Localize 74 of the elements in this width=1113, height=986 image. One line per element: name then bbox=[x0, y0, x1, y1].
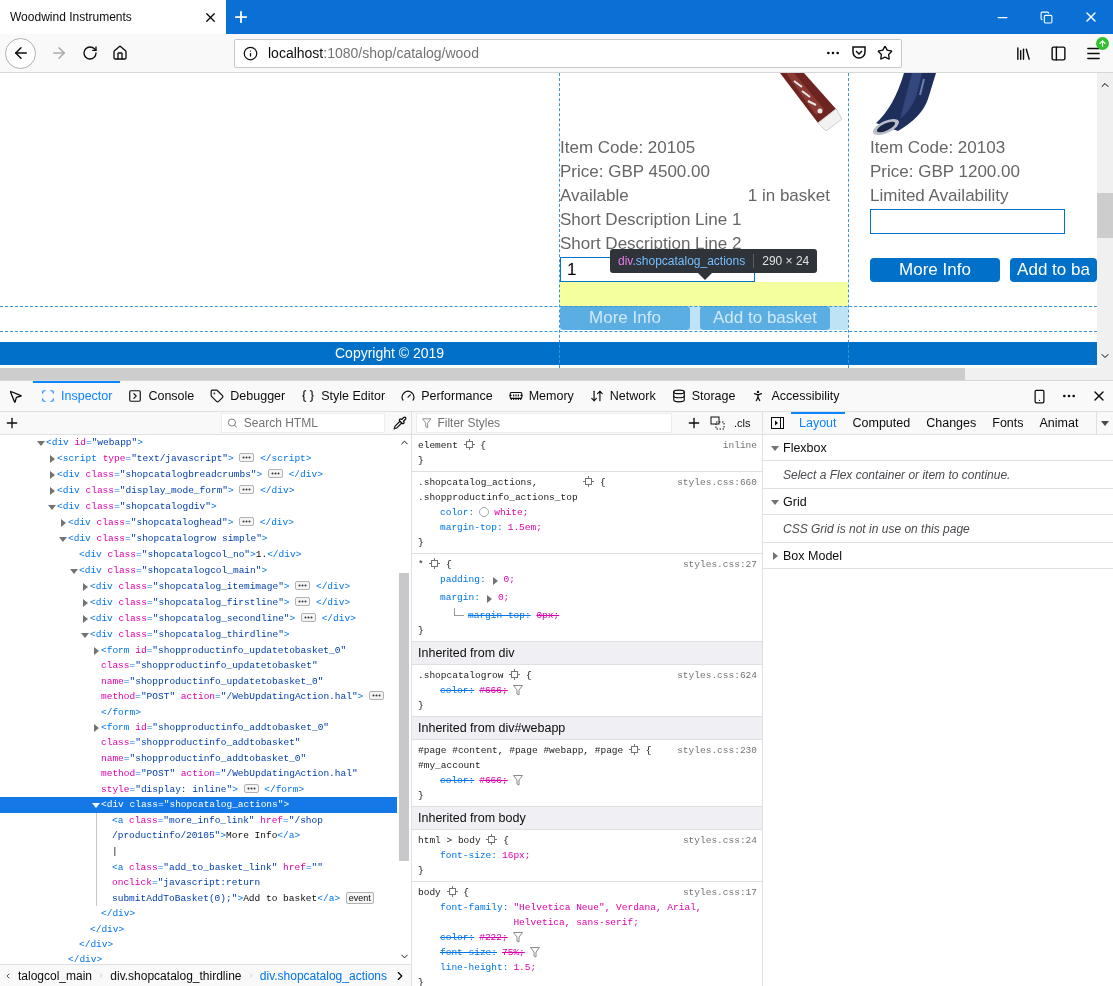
short-description: Short Description Line 1 bbox=[560, 209, 743, 231]
css-selector: #page #content, #page #webapp, #page #my_account bbox=[418, 744, 624, 773]
inherited-header: Inherited from body bbox=[412, 807, 762, 830]
open-brace: { bbox=[463, 887, 469, 898]
html-tag: <div class="shopcataloghead"> bbox=[68, 517, 234, 528]
product-detail: Item Code: 20103 bbox=[870, 137, 1007, 159]
html-closing-tag: </form> bbox=[264, 783, 305, 795]
html-tag: <div id="webapp"> bbox=[46, 437, 143, 448]
html-closing-tag: </div> bbox=[315, 581, 351, 592]
close-brace: } bbox=[418, 865, 424, 876]
html-tag: <script type="text/javascript"> bbox=[57, 453, 234, 464]
html-tag: | bbox=[112, 845, 118, 857]
html-tag: submitAddToBasket(0);">Add to basket</a> bbox=[112, 892, 341, 904]
open-brace: { bbox=[645, 745, 652, 756]
short-description: Short Description Line 2 bbox=[560, 233, 743, 255]
basket-count: 1 in basket bbox=[747, 185, 830, 207]
html-tag: <div class="shopcatalogrow simple"> bbox=[68, 533, 268, 544]
html-tag: <div class="shopcatalogcol_no">1.</div> bbox=[79, 549, 302, 560]
html-tag: style="display: inline"> bbox=[101, 783, 238, 795]
section-message: Select a Flex container or item to continue. bbox=[763, 461, 1113, 489]
close-brace: } bbox=[418, 790, 424, 801]
availability-status: Available bbox=[560, 185, 629, 207]
css-selector: body bbox=[418, 886, 441, 900]
html-tag: method="POST" action="/WebUpdatingAction.hal"> bbox=[101, 691, 364, 703]
html-tag: <form id="shopproductinfo_addtobasket_0" class="shopproductinfo_addtobasket" name="shopproductinfo_addtobasket_0" method="POST" action="/WebUpdatingAction.hal" bbox=[101, 720, 395, 782]
availability-status: Limited Availability bbox=[870, 185, 1009, 207]
html-closing-tag: </div> bbox=[90, 923, 125, 935]
html-closing-tag: </form> bbox=[101, 706, 141, 718]
html-tag: <div class="shopcatalog_secondline"> bbox=[90, 613, 296, 624]
css-selector: .shopcatalogrow bbox=[418, 669, 504, 683]
open-brace: { bbox=[446, 559, 452, 570]
open-brace: { bbox=[600, 477, 606, 488]
open-brace: { bbox=[503, 835, 509, 846]
html-tag: <div class="shopcatalog_firstline"> bbox=[90, 597, 290, 608]
tab-title: Woodwind Instruments bbox=[10, 10, 132, 24]
html-tag: <div class="shopcatalogdiv"> bbox=[57, 501, 217, 512]
inherited-header: Inherited from div#webapp bbox=[412, 717, 762, 740]
open-brace: { bbox=[525, 670, 532, 681]
html-tag: <div class="shopcatalog_itemimage"> bbox=[90, 581, 290, 592]
product-detail: Item Code: 20105 bbox=[560, 137, 697, 159]
close-brace: } bbox=[418, 625, 424, 636]
section-message: CSS Grid is not in use on this page bbox=[763, 515, 1113, 543]
html-tag: <a class="more_info_link" href="/shop bbox=[112, 813, 395, 829]
infobar-selector: div.shopcatalog_actions bbox=[618, 254, 746, 268]
close-brace: } bbox=[418, 455, 424, 466]
open-brace: { bbox=[480, 440, 487, 451]
product-detail: Price: GBP 1200.00 bbox=[870, 161, 1021, 183]
close-brace: } bbox=[418, 700, 424, 711]
product-detail: Price: GBP 4500.00 bbox=[560, 161, 711, 183]
html-closing-tag: </div> bbox=[315, 597, 351, 608]
html-tag: <div class="shopcatalog_actions"> bbox=[101, 799, 290, 811]
html-closing-tag: </div> bbox=[259, 517, 294, 528]
html-closing-tag: </div> bbox=[321, 613, 356, 624]
html-closing-tag: </div> bbox=[68, 954, 103, 964]
html-tag: <div class="shopcatalogcol_main"> bbox=[79, 565, 268, 576]
css-selector: element bbox=[418, 439, 458, 453]
html-closing-tag: </div> bbox=[260, 485, 295, 496]
html-closing-tag: </div> bbox=[79, 938, 114, 950]
infobar-size: 290 × 24 bbox=[753, 254, 810, 268]
css-selector: html > body bbox=[418, 834, 481, 848]
html-tag: <form id="shopproductinfo_updatetobasket_0" class="shopproductinfo_updatetobasket" name="shopproductinfo_updatetobasket_0" bbox=[101, 643, 395, 690]
url-text: localhost:1080/shop/catalog/wood bbox=[268, 45, 480, 61]
html-closing-tag: </div> bbox=[101, 908, 136, 920]
inherited-header: Inherited from div bbox=[412, 642, 762, 665]
html-closing-tag: </script> bbox=[260, 453, 312, 464]
css-selector: .shopcatalog_actions, .shopproductinfo_actions_top bbox=[418, 476, 578, 505]
html-tag: <div class="display_mode_form"> bbox=[57, 485, 234, 496]
html-closing-tag: </div> bbox=[288, 469, 323, 480]
html-tag: /productinfo/20105">More Info</a> bbox=[112, 830, 301, 842]
css-selector: * bbox=[418, 558, 424, 572]
copyright-footer: Copyright © 2019 bbox=[0, 342, 1097, 365]
close-brace: } bbox=[418, 537, 424, 548]
html-tag: <div class="shopcatalog_thirdline"> bbox=[90, 629, 290, 640]
html-tag: <div class="shopcatalogbreadcrumbs"> bbox=[57, 469, 263, 480]
